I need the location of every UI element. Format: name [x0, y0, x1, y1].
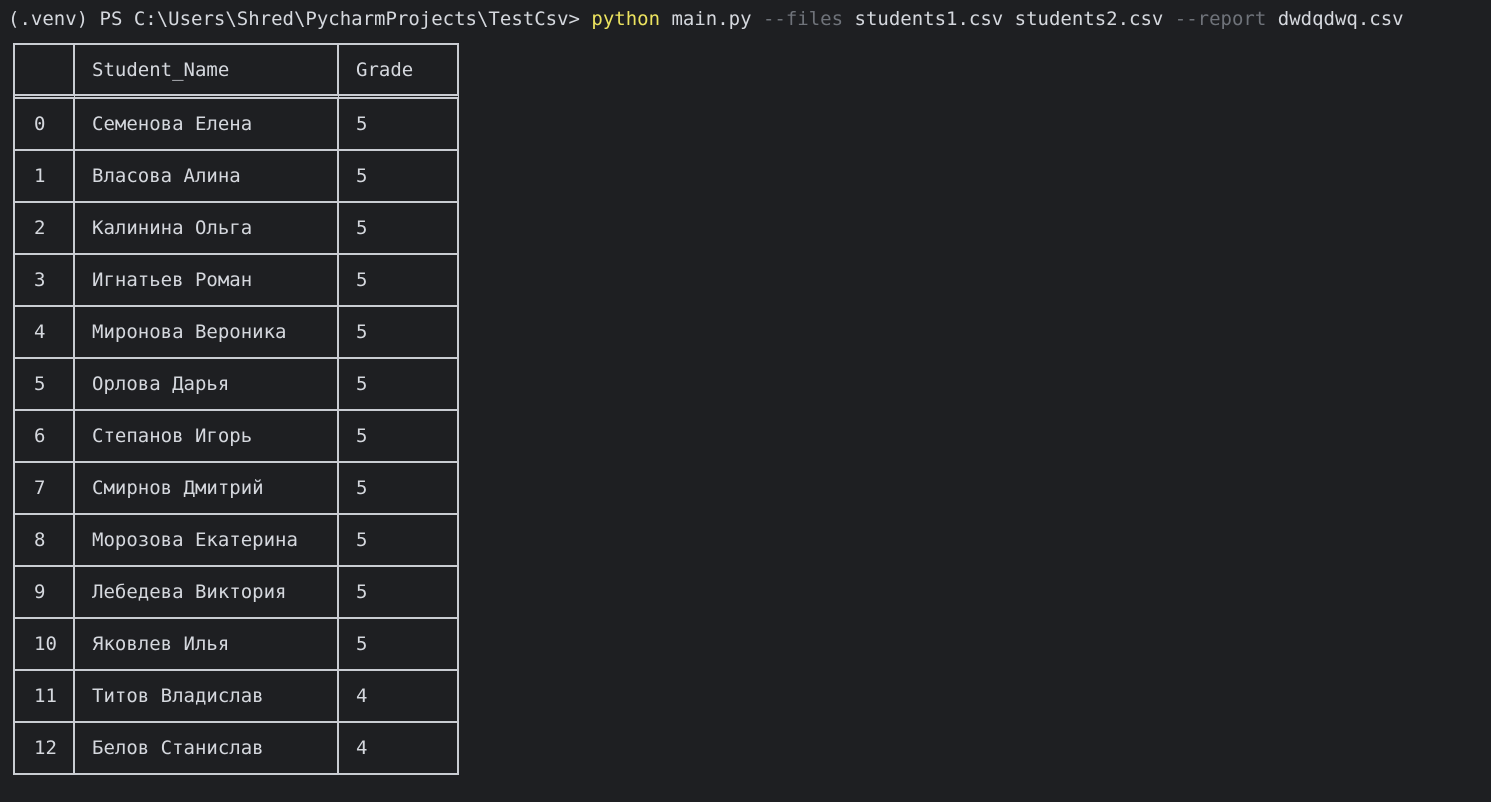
- student-name-cell: Смирнов Дмитрий: [75, 463, 339, 515]
- output-table-container: Student_Name Grade 0 Семенова Елена 5 1 Влас…: [13, 43, 459, 775]
- row-index: 4: [15, 307, 75, 359]
- grade-cell: 5: [339, 359, 459, 411]
- grade-cell: 4: [339, 723, 459, 775]
- grade-cell: 5: [339, 151, 459, 203]
- table-row: 8 Морозова Екатерина 5: [15, 515, 459, 567]
- table-row: 11 Титов Владислав 4: [15, 671, 459, 723]
- students-table: Student_Name Grade 0 Семенова Елена 5 1 Влас…: [13, 43, 459, 775]
- header-grade: Grade: [339, 45, 459, 99]
- table-row: 9 Лебедева Виктория 5: [15, 567, 459, 619]
- student-name-cell: Семенова Елена: [75, 99, 339, 151]
- shell-prompt: (.venv) PS C:\Users\Shred\PycharmProject…: [8, 8, 592, 30]
- student-name-cell: Степанов Игорь: [75, 411, 339, 463]
- student-name-cell: Орлова Дарья: [75, 359, 339, 411]
- files-args: students1.csv students2.csv: [843, 8, 1175, 30]
- table-row: 1 Власова Алина 5: [15, 151, 459, 203]
- grade-cell: 4: [339, 671, 459, 723]
- student-name-cell: Калинина Ольга: [75, 203, 339, 255]
- table-row: 7 Смирнов Дмитрий 5: [15, 463, 459, 515]
- row-index: 5: [15, 359, 75, 411]
- table-row: 3 Игнатьев Роман 5: [15, 255, 459, 307]
- student-name-cell: Морозова Екатерина: [75, 515, 339, 567]
- grade-cell: 5: [339, 515, 459, 567]
- table-body: 0 Семенова Елена 5 1 Власова Алина 5 2 Калинина…: [15, 99, 459, 775]
- table-row: 4 Миронова Вероника 5: [15, 307, 459, 359]
- row-index: 2: [15, 203, 75, 255]
- row-index: 10: [15, 619, 75, 671]
- table-row: 5 Орлова Дарья 5: [15, 359, 459, 411]
- student-name-cell: Яковлев Илья: [75, 619, 339, 671]
- row-index: 3: [15, 255, 75, 307]
- row-index: 7: [15, 463, 75, 515]
- row-index: 9: [15, 567, 75, 619]
- student-name-cell: Белов Станислав: [75, 723, 339, 775]
- header-student-name: Student_Name: [75, 45, 339, 99]
- table-row: 6 Степанов Игорь 5: [15, 411, 459, 463]
- row-index: 8: [15, 515, 75, 567]
- table-row: 2 Калинина Ольга 5: [15, 203, 459, 255]
- table-row: 0 Семенова Елена 5: [15, 99, 459, 151]
- row-index: 6: [15, 411, 75, 463]
- student-name-cell: Игнатьев Роман: [75, 255, 339, 307]
- grade-cell: 5: [339, 203, 459, 255]
- student-name-cell: Лебедева Виктория: [75, 567, 339, 619]
- row-index: 12: [15, 723, 75, 775]
- grade-cell: 5: [339, 255, 459, 307]
- table-header-row: Student_Name Grade: [15, 45, 459, 99]
- grade-cell: 5: [339, 99, 459, 151]
- table-row: 12 Белов Станислав 4: [15, 723, 459, 775]
- grade-cell: 5: [339, 567, 459, 619]
- row-index: 0: [15, 99, 75, 151]
- grade-cell: 5: [339, 619, 459, 671]
- header-index: [15, 45, 75, 99]
- command-line: (.venv) PS C:\Users\Shred\PycharmProject…: [8, 6, 1404, 32]
- row-index: 1: [15, 151, 75, 203]
- terminal-window[interactable]: (.venv) PS C:\Users\Shred\PycharmProject…: [0, 0, 1491, 802]
- report-flag: --report: [1174, 8, 1267, 30]
- student-name-cell: Власова Алина: [75, 151, 339, 203]
- row-index: 11: [15, 671, 75, 723]
- command-executable: python: [591, 8, 661, 30]
- files-flag: --files: [762, 8, 844, 30]
- student-name-cell: Титов Владислав: [75, 671, 339, 723]
- student-name-cell: Миронова Вероника: [75, 307, 339, 359]
- report-arg: dwdqdwq.csv: [1266, 8, 1404, 30]
- grade-cell: 5: [339, 463, 459, 515]
- grade-cell: 5: [339, 411, 459, 463]
- command-script: main.py: [660, 8, 763, 30]
- grade-cell: 5: [339, 307, 459, 359]
- table-row: 10 Яковлев Илья 5: [15, 619, 459, 671]
